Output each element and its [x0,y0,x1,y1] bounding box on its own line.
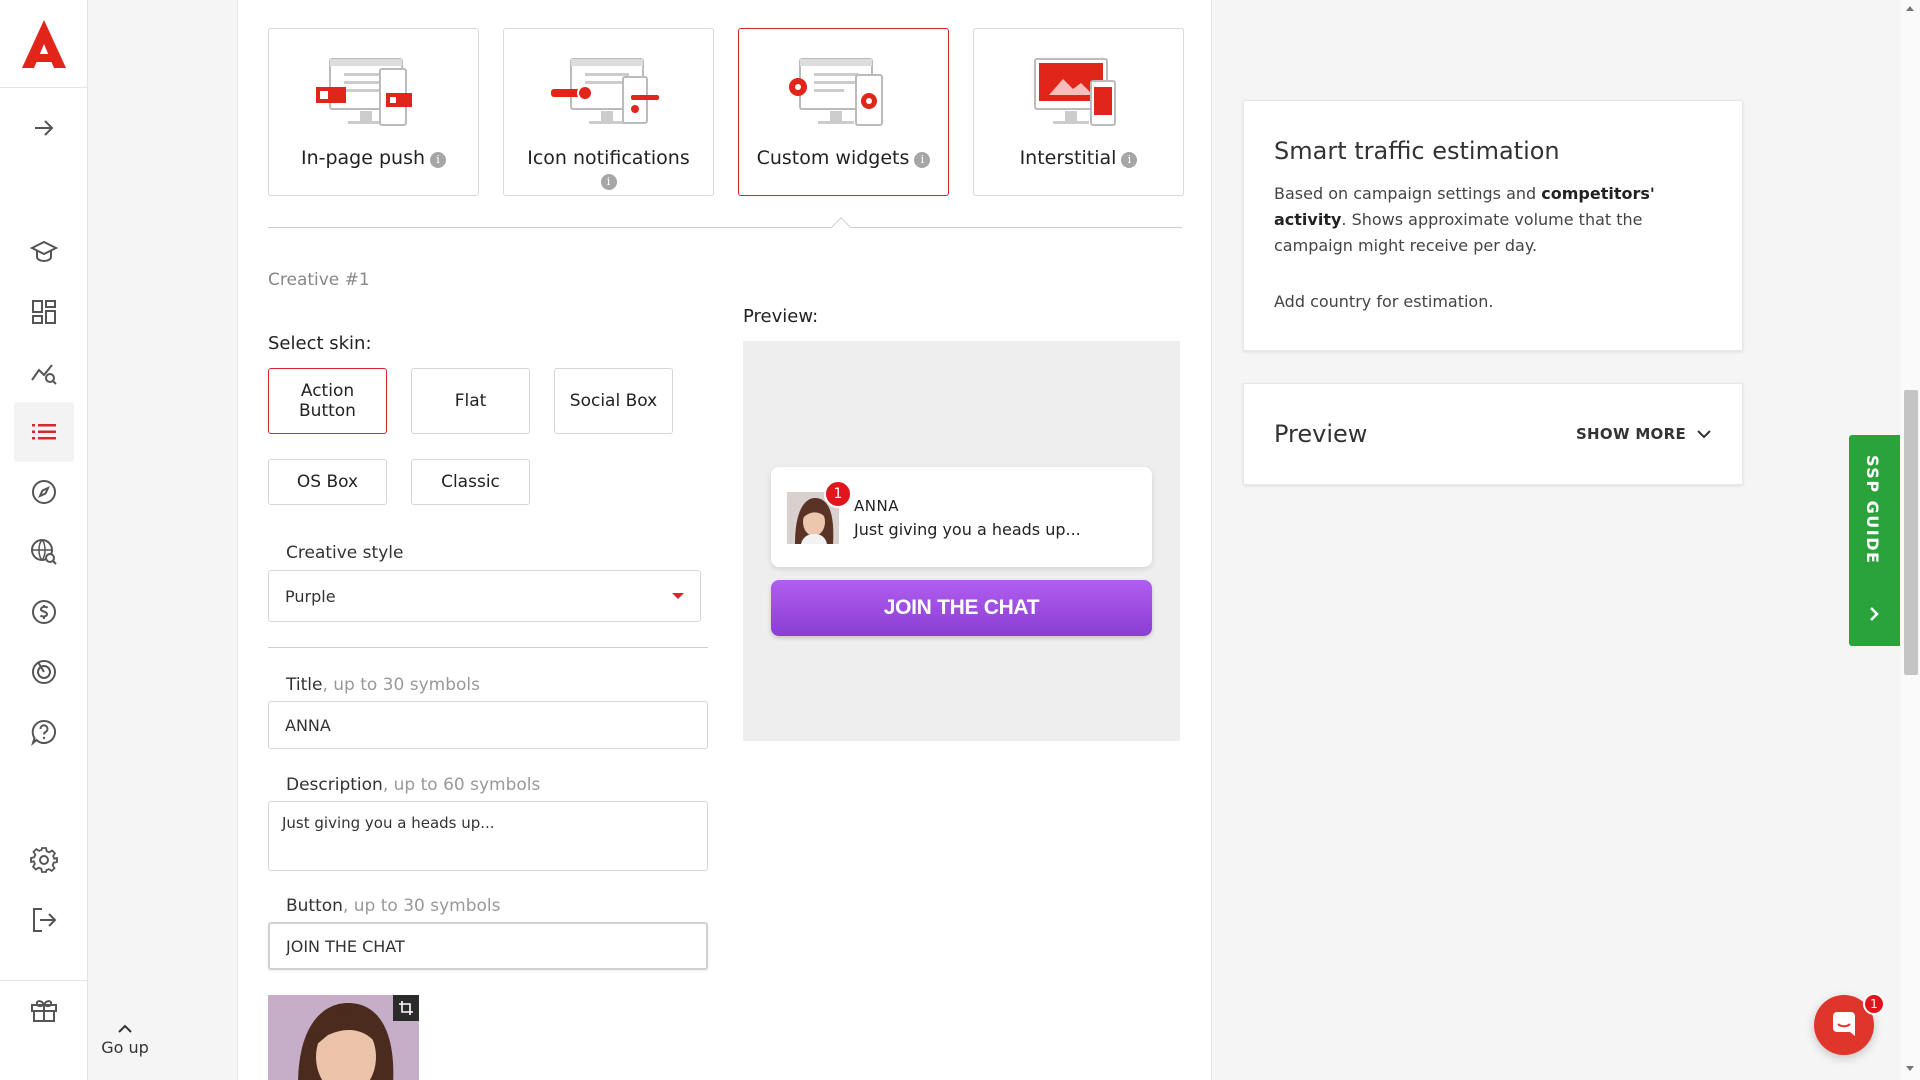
preview-label: Preview: [743,306,819,327]
ad-type-selector: In-page push i Icon notifications i Cust… [268,28,1184,196]
button-text-input[interactable] [268,922,708,970]
in-page-push-illustration-icon [315,58,412,126]
nav-dashboard[interactable] [14,282,74,342]
creative-number: Creative #1 [268,270,370,290]
skin-classic[interactable]: Classic [411,459,530,505]
interstitial-illustration-icon [1033,58,1116,126]
expand-sidebar-button[interactable] [24,108,64,148]
ad-type-in-page-push[interactable]: In-page push i [268,28,479,196]
info-icon[interactable]: i [1121,152,1138,168]
nav-help[interactable] [14,702,74,762]
sidebar-divider [0,980,88,981]
ad-type-interstitial[interactable]: Interstitial i [973,28,1184,196]
explore-icon [32,480,56,504]
skin-os-box[interactable]: OS Box [268,459,387,505]
smart-estimation-country-note: Add country for estimation. [1274,292,1494,311]
select-skin-label: Select skin: [268,333,372,354]
ad-type-label: In-page push i [269,147,478,169]
gift-icon [31,1000,57,1022]
nav-explore[interactable] [14,462,74,522]
crop-icon [399,1001,413,1015]
ssp-guide-label: SSP GUIDE [1863,455,1882,565]
logout-icon [33,908,57,932]
audience-search-icon [31,539,57,565]
description-input[interactable]: Just giving you a heads up... [268,801,708,871]
dashboard-icon [32,300,56,324]
help-icon [31,719,56,746]
scrollbar-thumb[interactable] [1904,390,1918,675]
learn-icon [30,240,58,263]
arrow-right-icon [35,120,54,136]
title-label: Title, up to 30 symbols [286,675,480,695]
nav-targeting[interactable] [14,642,74,702]
go-up-label: Go up [101,1038,149,1057]
info-icon[interactable]: i [430,152,447,168]
campaign-form: In-page push i Icon notifications i Cust… [237,0,1212,1080]
preview-title: ANNA [854,497,899,515]
title-input[interactable] [268,701,708,749]
chevron-right-icon [1870,607,1879,621]
preview-join-button[interactable]: JOIN THE CHAT [771,580,1152,636]
chevron-down-icon [1697,430,1711,439]
ad-type-label: Icon notifications i [527,147,690,190]
nav-settings[interactable] [14,830,74,890]
ad-type-custom-widgets[interactable]: Custom widgets i [738,28,949,196]
preview-description: Just giving you a heads up... [854,520,1081,539]
preview-badge: 1 [824,480,852,508]
skin-flat[interactable]: Flat [411,368,530,434]
sidebar [0,0,88,1080]
smart-traffic-estimation-panel: Smart traffic estimation Based on campai… [1243,100,1743,351]
nav-finance[interactable] [14,582,74,642]
section-divider [268,227,1182,228]
chat-icon [1833,1012,1855,1036]
logo[interactable] [0,0,88,88]
go-up-button[interactable]: Go up [100,1020,150,1057]
smart-estimation-text: Based on campaign settings and competito… [1274,184,1655,255]
style-divider [268,647,708,648]
description-label: Description, up to 60 symbols [286,775,541,795]
creative-style-label: Creative style [286,543,404,563]
smart-estimation-title: Smart traffic estimation [1274,137,1560,165]
skin-social-box[interactable]: Social Box [554,368,673,434]
nav-statistics[interactable] [14,342,74,402]
chevron-up-icon [100,1020,150,1038]
icon-notifications-illustration-icon [550,58,659,124]
custom-widgets-illustration-icon [788,58,883,126]
selected-type-pointer [831,217,851,237]
info-icon[interactable]: i [914,152,931,168]
logo-icon [22,19,66,68]
preview-notification-card: 1 ANNA Just giving you a heads up... [771,467,1152,567]
ssp-guide-tab[interactable]: SSP GUIDE [1849,435,1900,646]
scroll-up-arrow-icon[interactable] [1906,6,1914,11]
ad-type-label: Interstitial i [974,147,1183,169]
gift-button[interactable] [24,990,64,1030]
finance-icon [32,600,56,624]
nav-campaigns[interactable] [14,402,74,462]
creative-style-value: Purple [285,586,336,606]
avatar-image-upload[interactable] [268,995,419,1080]
scroll-down-arrow-icon[interactable] [1906,1066,1914,1071]
info-icon[interactable]: i [600,174,617,190]
ad-type-label: Custom widgets i [739,147,948,169]
settings-icon [30,847,58,873]
creative-preview: 1 ANNA Just giving you a heads up... JOI… [743,341,1180,741]
targeting-icon [32,660,56,684]
nav-logout[interactable] [14,890,74,950]
button-label: Button, up to 30 symbols [286,896,501,916]
preview-panel-title: Preview [1274,420,1368,448]
nav-learn[interactable] [14,222,74,282]
statistics-icon [31,364,57,385]
crop-button[interactable] [393,995,419,1021]
ad-type-icon-notifications[interactable]: Icon notifications i [503,28,714,196]
preview-panel: Preview SHOW MORE [1243,383,1743,485]
skin-action-button[interactable]: Action Button [268,368,387,434]
nav-audience[interactable] [14,522,74,582]
show-more-button[interactable]: SHOW MORE [1576,425,1712,443]
caret-down-icon [672,593,684,599]
chat-unread-badge: 1 [1863,993,1885,1015]
campaigns-icon [32,424,56,440]
creative-style-select[interactable]: Purple [268,570,701,622]
